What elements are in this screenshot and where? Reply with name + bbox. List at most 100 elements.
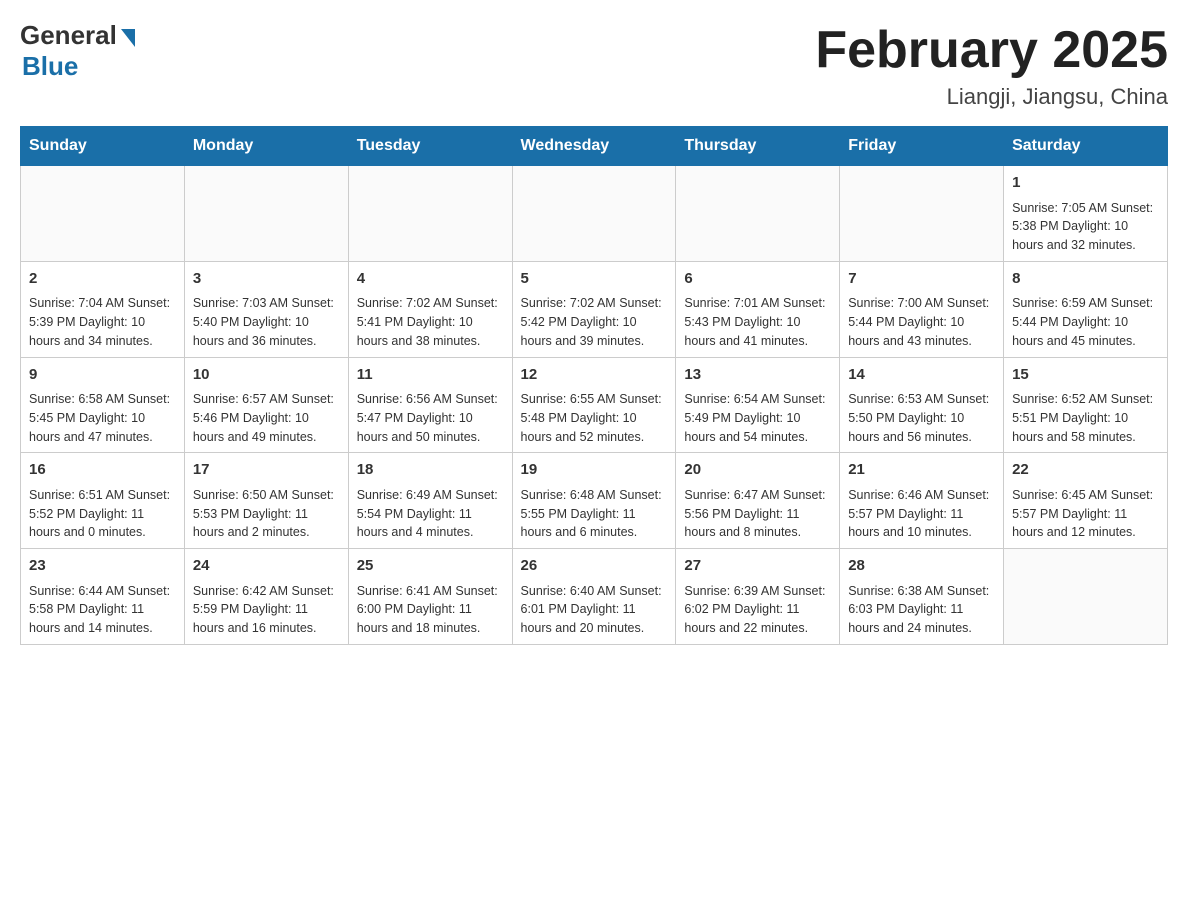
- day-info: Sunrise: 6:51 AM Sunset: 5:52 PM Dayligh…: [29, 486, 176, 542]
- calendar-cell: 9 Sunrise: 6:58 AM Sunset: 5:45 PM Daylig…: [21, 357, 185, 453]
- calendar-cell: 26Sunrise: 6:40 AM Sunset: 6:01 PM Dayli…: [512, 549, 676, 645]
- day-number: 2: [29, 268, 176, 291]
- calendar-cell: 22 Sunrise: 6:45 AM Sunset: 5:57 PM Dayli…: [1004, 453, 1168, 549]
- day-info: Sunrise: 6:48 AM Sunset: 5:55 PM Dayligh…: [521, 486, 668, 542]
- title-block: February 2025 Liangji, Jiangsu, China: [815, 20, 1168, 110]
- day-info: Sunrise: 6:58 AM Sunset: 5:45 PM Dayligh…: [29, 390, 176, 446]
- day-number: 15: [1012, 364, 1159, 387]
- day-of-week-header: Thursday: [676, 127, 840, 166]
- day-info: Sunrise: 7:03 AM Sunset: 5:40 PM Dayligh…: [193, 294, 340, 350]
- calendar-cell: 8Sunrise: 6:59 AM Sunset: 5:44 PM Daylig…: [1004, 261, 1168, 357]
- day-info: Sunrise: 6:57 AM Sunset: 5:46 PM Dayligh…: [193, 390, 340, 446]
- day-number: 1: [1012, 172, 1159, 195]
- calendar-cell: 21 Sunrise: 6:46 AM Sunset: 5:57 PM Dayli…: [840, 453, 1004, 549]
- calendar-cell: 4Sunrise: 7:02 AM Sunset: 5:41 PM Daylig…: [348, 261, 512, 357]
- logo-general-text: General: [20, 20, 117, 51]
- day-info: Sunrise: 6:46 AM Sunset: 5:57 PM Dayligh…: [848, 486, 995, 542]
- day-number: 21: [848, 459, 995, 482]
- day-number: 25: [357, 555, 504, 578]
- calendar-cell: [184, 166, 348, 262]
- logo-arrow-icon: [121, 29, 135, 47]
- calendar-week-row: 1 Sunrise: 7:05 AM Sunset: 5:38 PM Daylig…: [21, 166, 1168, 262]
- calendar-cell: [348, 166, 512, 262]
- calendar-cell: 24 Sunrise: 6:42 AM Sunset: 5:59 PM Dayli…: [184, 549, 348, 645]
- calendar-week-row: 16 Sunrise: 6:51 AM Sunset: 5:52 PM Dayli…: [21, 453, 1168, 549]
- day-info: Sunrise: 6:47 AM Sunset: 5:56 PM Dayligh…: [684, 486, 831, 542]
- day-number: 8: [1012, 268, 1159, 291]
- day-info: Sunrise: 6:56 AM Sunset: 5:47 PM Dayligh…: [357, 390, 504, 446]
- day-of-week-header: Sunday: [21, 127, 185, 166]
- day-number: 17: [193, 459, 340, 482]
- calendar-cell: 15 Sunrise: 6:52 AM Sunset: 5:51 PM Dayli…: [1004, 357, 1168, 453]
- day-info: Sunrise: 6:52 AM Sunset: 5:51 PM Dayligh…: [1012, 390, 1159, 446]
- day-of-week-header: Wednesday: [512, 127, 676, 166]
- day-number: 18: [357, 459, 504, 482]
- day-number: 22: [1012, 459, 1159, 482]
- day-info: Sunrise: 6:53 AM Sunset: 5:50 PM Dayligh…: [848, 390, 995, 446]
- calendar-cell: 12Sunrise: 6:55 AM Sunset: 5:48 PM Dayli…: [512, 357, 676, 453]
- day-info: Sunrise: 6:50 AM Sunset: 5:53 PM Dayligh…: [193, 486, 340, 542]
- calendar-table: SundayMondayTuesdayWednesdayThursdayFrid…: [20, 126, 1168, 645]
- day-number: 27: [684, 555, 831, 578]
- day-info: Sunrise: 6:55 AM Sunset: 5:48 PM Dayligh…: [521, 390, 668, 446]
- day-of-week-header: Tuesday: [348, 127, 512, 166]
- calendar-cell: 16 Sunrise: 6:51 AM Sunset: 5:52 PM Dayli…: [21, 453, 185, 549]
- month-title: February 2025: [815, 20, 1168, 80]
- calendar-cell: 25 Sunrise: 6:41 AM Sunset: 6:00 PM Dayli…: [348, 549, 512, 645]
- calendar-cell: [676, 166, 840, 262]
- calendar-cell: [21, 166, 185, 262]
- day-info: Sunrise: 6:38 AM Sunset: 6:03 PM Dayligh…: [848, 582, 995, 638]
- day-info: Sunrise: 7:01 AM Sunset: 5:43 PM Dayligh…: [684, 294, 831, 350]
- day-number: 6: [684, 268, 831, 291]
- calendar-cell: 11 Sunrise: 6:56 AM Sunset: 5:47 PM Dayli…: [348, 357, 512, 453]
- logo-blue-text: Blue: [22, 51, 135, 82]
- day-info: Sunrise: 6:42 AM Sunset: 5:59 PM Dayligh…: [193, 582, 340, 638]
- day-number: 24: [193, 555, 340, 578]
- calendar-cell: 1 Sunrise: 7:05 AM Sunset: 5:38 PM Daylig…: [1004, 166, 1168, 262]
- calendar-cell: 19 Sunrise: 6:48 AM Sunset: 5:55 PM Dayli…: [512, 453, 676, 549]
- calendar-cell: 2 Sunrise: 7:04 AM Sunset: 5:39 PM Daylig…: [21, 261, 185, 357]
- day-number: 5: [521, 268, 668, 291]
- day-number: 7: [848, 268, 995, 291]
- day-info: Sunrise: 7:04 AM Sunset: 5:39 PM Dayligh…: [29, 294, 176, 350]
- day-number: 16: [29, 459, 176, 482]
- calendar-week-row: 9 Sunrise: 6:58 AM Sunset: 5:45 PM Daylig…: [21, 357, 1168, 453]
- calendar-cell: 17 Sunrise: 6:50 AM Sunset: 5:53 PM Dayli…: [184, 453, 348, 549]
- calendar-cell: [840, 166, 1004, 262]
- day-info: Sunrise: 7:05 AM Sunset: 5:38 PM Dayligh…: [1012, 199, 1159, 255]
- day-info: Sunrise: 7:02 AM Sunset: 5:41 PM Dayligh…: [357, 294, 504, 350]
- day-number: 13: [684, 364, 831, 387]
- day-info: Sunrise: 6:49 AM Sunset: 5:54 PM Dayligh…: [357, 486, 504, 542]
- page-header: General Blue February 2025 Liangji, Jian…: [20, 20, 1168, 110]
- calendar-cell: 6 Sunrise: 7:01 AM Sunset: 5:43 PM Daylig…: [676, 261, 840, 357]
- day-info: Sunrise: 7:02 AM Sunset: 5:42 PM Dayligh…: [521, 294, 668, 350]
- calendar-cell: 28Sunrise: 6:38 AM Sunset: 6:03 PM Dayli…: [840, 549, 1004, 645]
- day-info: Sunrise: 6:44 AM Sunset: 5:58 PM Dayligh…: [29, 582, 176, 638]
- day-info: Sunrise: 6:54 AM Sunset: 5:49 PM Dayligh…: [684, 390, 831, 446]
- calendar-cell: 23 Sunrise: 6:44 AM Sunset: 5:58 PM Dayli…: [21, 549, 185, 645]
- calendar-cell: 27 Sunrise: 6:39 AM Sunset: 6:02 PM Dayli…: [676, 549, 840, 645]
- calendar-cell: 18 Sunrise: 6:49 AM Sunset: 5:54 PM Dayli…: [348, 453, 512, 549]
- day-number: 14: [848, 364, 995, 387]
- day-info: Sunrise: 7:00 AM Sunset: 5:44 PM Dayligh…: [848, 294, 995, 350]
- day-number: 19: [521, 459, 668, 482]
- calendar-week-row: 2 Sunrise: 7:04 AM Sunset: 5:39 PM Daylig…: [21, 261, 1168, 357]
- calendar-cell: [512, 166, 676, 262]
- day-info: Sunrise: 6:41 AM Sunset: 6:00 PM Dayligh…: [357, 582, 504, 638]
- calendar-cell: 20Sunrise: 6:47 AM Sunset: 5:56 PM Dayli…: [676, 453, 840, 549]
- day-number: 26: [521, 555, 668, 578]
- calendar-cell: 10 Sunrise: 6:57 AM Sunset: 5:46 PM Dayli…: [184, 357, 348, 453]
- logo: General Blue: [20, 20, 135, 82]
- calendar-cell: 14 Sunrise: 6:53 AM Sunset: 5:50 PM Dayli…: [840, 357, 1004, 453]
- day-number: 11: [357, 364, 504, 387]
- calendar-cell: 13 Sunrise: 6:54 AM Sunset: 5:49 PM Dayli…: [676, 357, 840, 453]
- calendar-week-row: 23 Sunrise: 6:44 AM Sunset: 5:58 PM Dayli…: [21, 549, 1168, 645]
- day-info: Sunrise: 6:39 AM Sunset: 6:02 PM Dayligh…: [684, 582, 831, 638]
- calendar-header-row: SundayMondayTuesdayWednesdayThursdayFrid…: [21, 127, 1168, 166]
- calendar-cell: 5 Sunrise: 7:02 AM Sunset: 5:42 PM Daylig…: [512, 261, 676, 357]
- day-number: 9: [29, 364, 176, 387]
- day-number: 10: [193, 364, 340, 387]
- day-number: 23: [29, 555, 176, 578]
- location-text: Liangji, Jiangsu, China: [815, 84, 1168, 110]
- day-info: Sunrise: 6:45 AM Sunset: 5:57 PM Dayligh…: [1012, 486, 1159, 542]
